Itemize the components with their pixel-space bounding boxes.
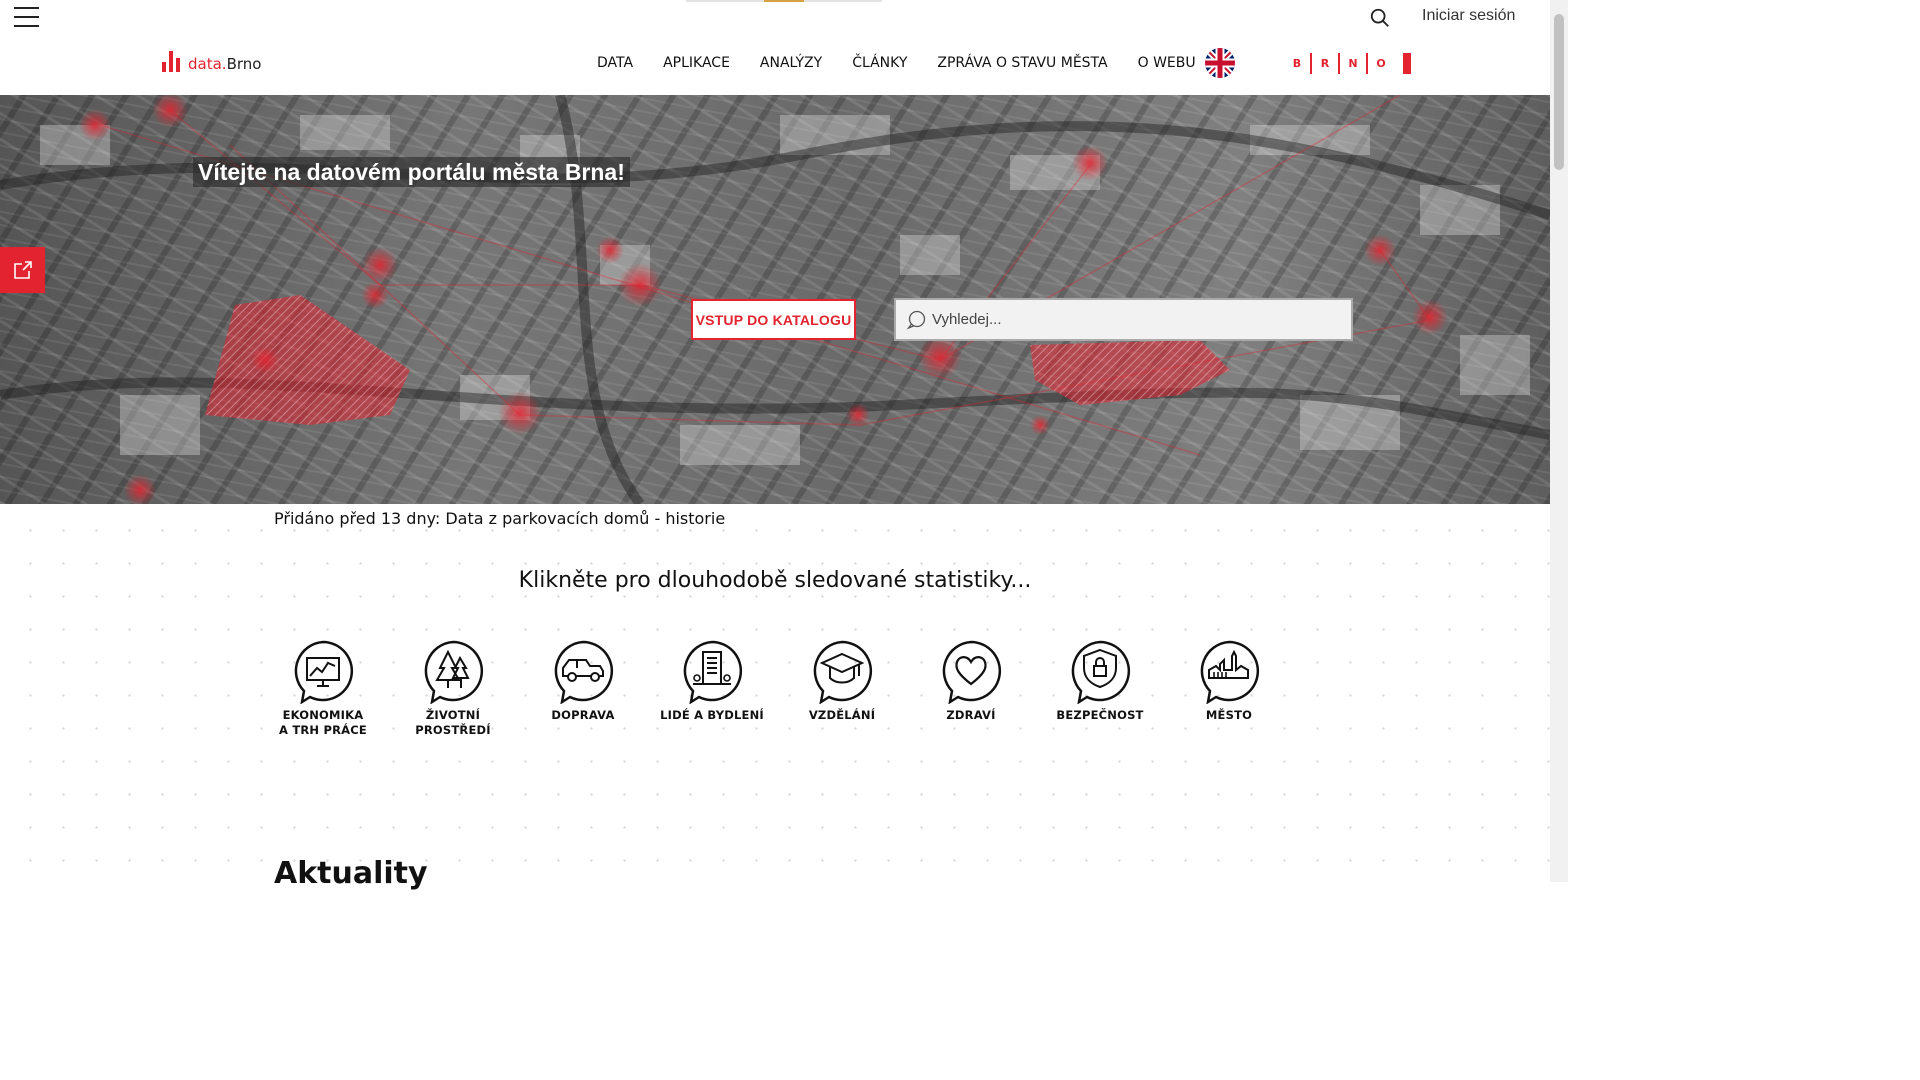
hero-title: Vítejte na datovém portálu města Brna! <box>193 157 630 187</box>
logo-suffix: Brno <box>226 55 262 73</box>
brno-letter-n: N <box>1348 57 1358 70</box>
share-button[interactable] <box>0 247 45 293</box>
main-nav: DATA APLIKACE ANALÝZY ČLÁNKY ZPRÁVA O ST… <box>582 55 1211 71</box>
scrollbar[interactable] <box>1550 0 1568 882</box>
search-input[interactable] <box>932 311 1332 328</box>
stat-city-line1: MĚSTO <box>1205 708 1253 722</box>
stat-education-line1: VZDĚLÁNÍ <box>808 708 876 722</box>
stat-city[interactable]: MĚSTO <box>1164 638 1294 723</box>
header: Iniciar sesión data.Brno DATA APLIKACE A… <box>0 0 1550 95</box>
search-icon[interactable] <box>1369 7 1391 29</box>
nav-o-webu[interactable]: O WEBU <box>1123 55 1211 71</box>
stat-education[interactable]: VZDĚLÁNÍ <box>777 638 907 723</box>
stat-transport-line1: DOPRAVA <box>551 708 615 722</box>
tab-strip <box>686 0 882 2</box>
stat-environment[interactable]: ŽIVOTNÍ PROSTŘEDÍ <box>388 638 518 738</box>
catalog-entry-button[interactable]: VSTUP DO KATALOGU <box>691 299 856 340</box>
brno-letter-o: O <box>1376 57 1386 70</box>
stat-housing[interactable]: LIDÉ A BYDLENÍ <box>647 638 777 723</box>
login-link[interactable]: Iniciar sesión <box>1422 7 1515 25</box>
nav-aplikace[interactable]: APLIKACE <box>648 55 745 71</box>
data-brno-logo[interactable]: data.Brno <box>162 51 261 72</box>
brno-letter-b: B <box>1292 57 1302 70</box>
economy-chart-icon <box>294 640 354 704</box>
stat-housing-line1: LIDÉ A BYDLENÍ <box>660 708 764 722</box>
nav-data[interactable]: DATA <box>582 55 648 71</box>
stat-environment-line2: PROSTŘEDÍ <box>415 723 491 737</box>
stat-economy[interactable]: EKONOMIKA A TRH PRÁCE <box>258 638 388 738</box>
menu-icon[interactable] <box>14 7 39 27</box>
stats-heading: Klikněte pro dlouhodobě sledované statis… <box>518 568 1032 593</box>
stat-safety[interactable]: BEZPEČNOST <box>1035 638 1165 723</box>
nav-clanky[interactable]: ČLÁNKY <box>837 55 922 71</box>
share-icon <box>13 261 32 279</box>
stat-safety-line1: BEZPEČNOST <box>1056 708 1144 722</box>
latest-dataset-link[interactable]: Přidáno před 13 dny: Data z parkovacích … <box>274 509 725 528</box>
graduation-cap-icon <box>813 640 873 704</box>
search-box <box>894 298 1353 341</box>
brno-letter-r: R <box>1320 57 1330 70</box>
shield-lock-icon <box>1071 640 1131 704</box>
hero-banner: Vítejte na datovém portálu města Brna! V… <box>0 95 1550 504</box>
stat-environment-line1: ŽIVOTNÍ <box>425 708 481 722</box>
stat-health[interactable]: ZDRAVÍ <box>906 638 1036 723</box>
search-bubble-icon <box>906 310 926 329</box>
scrollbar-thumb[interactable] <box>1554 14 1564 170</box>
building-icon <box>683 640 743 704</box>
logo-bars-icon <box>162 51 180 72</box>
brno-city-logo[interactable]: B R N O <box>1284 53 1411 74</box>
stat-economy-line2: A TRH PRÁCE <box>279 723 367 737</box>
heart-icon <box>942 640 1002 704</box>
nav-analyzy[interactable]: ANALÝZY <box>745 55 837 71</box>
stat-economy-line1: EKONOMIKA <box>282 708 364 722</box>
news-section-title: Aktuality <box>274 856 428 891</box>
uk-flag-icon[interactable] <box>1205 48 1235 78</box>
cityscape-icon <box>1200 640 1260 704</box>
stat-health-line1: ZDRAVÍ <box>946 708 996 722</box>
nav-zprava[interactable]: ZPRÁVA O STAVU MĚSTA <box>922 55 1122 71</box>
logo-prefix: data. <box>188 55 227 73</box>
tree-icon <box>424 640 484 704</box>
stat-transport[interactable]: DOPRAVA <box>518 638 648 723</box>
car-icon <box>554 640 614 704</box>
